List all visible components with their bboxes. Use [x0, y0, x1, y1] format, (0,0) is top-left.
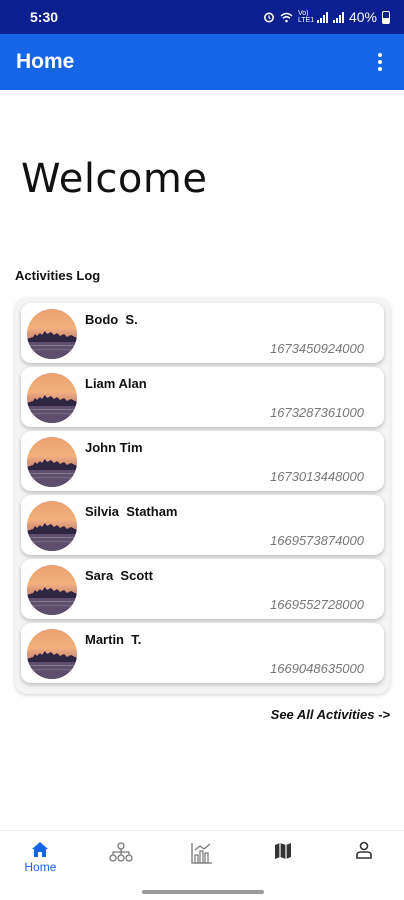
page-title: Home — [16, 50, 75, 73]
avatar — [27, 629, 77, 679]
activity-user-name: Bodo S. — [85, 312, 138, 327]
avatar — [27, 373, 77, 423]
welcome-heading: Welcome — [21, 156, 208, 202]
avatar-image — [27, 331, 77, 359]
alarm-icon — [263, 12, 274, 23]
battery-percent: 40% — [348, 9, 377, 25]
activity-user-name: Sara Scott — [85, 568, 153, 583]
nav-item-hierarchy[interactable] — [81, 831, 161, 883]
home-icon — [32, 842, 49, 857]
activity-timestamp: 1673287361000 — [270, 405, 364, 420]
battery-icon — [382, 10, 390, 24]
status-bar: 5:30 Vo) LTE1 40% — [0, 0, 404, 34]
activities-log-card: Bodo S. 1673450924000 Liam Alan 16732873610… — [15, 298, 390, 694]
nav-item-home[interactable]: Home — [0, 831, 80, 883]
avatar — [27, 309, 77, 359]
more-vertical-icon — [378, 53, 382, 57]
activities-log-label: Activities Log — [15, 268, 101, 283]
avatar-image — [27, 523, 77, 551]
activity-timestamp: 1669048635000 — [270, 661, 364, 676]
avatar-image — [27, 651, 77, 679]
activity-user-name: Liam Alan — [85, 376, 147, 391]
activity-item[interactable]: Bodo S. 1673450924000 — [21, 303, 384, 363]
bottom-nav: Home — [0, 830, 404, 882]
nav-item-map[interactable] — [243, 831, 323, 883]
home-indicator — [142, 890, 264, 894]
network-label: Vo) LTE1 — [297, 10, 315, 24]
avatar-image — [27, 587, 77, 615]
activity-item[interactable]: Silvia Statham 1669573874000 — [21, 495, 384, 555]
nav-item-profile[interactable] — [324, 831, 404, 883]
activity-user-name: Silvia Statham — [85, 504, 178, 519]
nav-label-home: Home — [24, 860, 57, 874]
avatar — [27, 437, 77, 487]
avatar — [27, 501, 77, 551]
activity-item[interactable]: Liam Alan 1673287361000 — [21, 367, 384, 427]
activity-timestamp: 1673450924000 — [270, 341, 364, 356]
avatar-image — [27, 395, 77, 423]
profile-icon — [355, 841, 372, 859]
activity-item[interactable]: John Tim 1673013448000 — [21, 431, 384, 491]
activity-user-name: Martin T. — [85, 632, 142, 647]
signal-icon-2 — [332, 11, 344, 23]
activity-timestamp: 1669552728000 — [270, 597, 364, 612]
status-icons: Vo) LTE1 40% — [263, 9, 390, 25]
avatar — [27, 565, 77, 615]
chart-icon — [191, 843, 212, 864]
hierarchy-icon — [109, 842, 133, 862]
app-bar: Home — [0, 34, 404, 90]
avatar-image — [27, 459, 77, 487]
activity-item[interactable]: Sara Scott 1669552728000 — [21, 559, 384, 619]
more-options-button[interactable] — [370, 50, 390, 74]
nav-item-chart[interactable] — [162, 831, 242, 883]
map-icon — [274, 843, 291, 859]
wifi-icon — [280, 12, 293, 22]
activity-user-name: John Tim — [85, 440, 143, 455]
activity-timestamp: 1669573874000 — [270, 533, 364, 548]
signal-icon — [316, 11, 328, 23]
status-time: 5:30 — [30, 9, 59, 25]
activity-timestamp: 1673013448000 — [270, 469, 364, 484]
see-all-activities-link[interactable]: See All Activities -> — [271, 707, 390, 722]
activity-item[interactable]: Martin T. 1669048635000 — [21, 623, 384, 683]
